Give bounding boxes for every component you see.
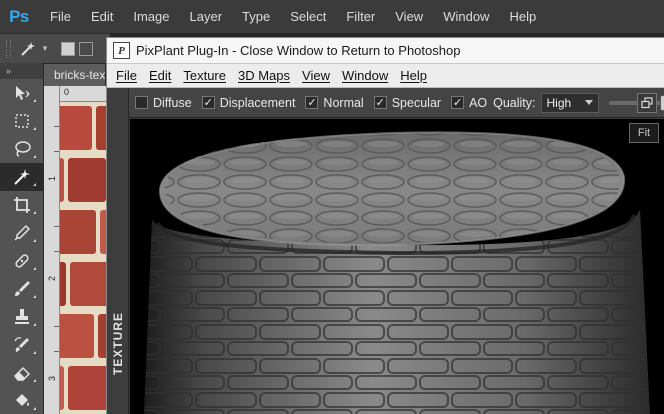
window-mode-button[interactable] [637, 93, 657, 113]
eyedropper-tool[interactable] [0, 219, 43, 247]
healing-brush-tool[interactable] [0, 247, 43, 275]
move-tool[interactable] [0, 79, 43, 107]
pp-menu-3d-maps[interactable]: 3D Maps [232, 68, 296, 83]
add-selection-button[interactable] [78, 41, 93, 56]
displacement-checkbox[interactable]: ✓ [201, 96, 215, 109]
magic-wand-tool[interactable] [0, 163, 43, 191]
ps-menu-select[interactable]: Select [280, 0, 336, 33]
slider-thumb[interactable] [659, 94, 664, 111]
ps-options-bar: ▼ [0, 33, 110, 63]
quality-label: Quality: [493, 95, 536, 110]
clone-stamp-tool[interactable] [0, 303, 43, 331]
restore-window-icon [641, 97, 653, 109]
pixplant-menubar: File Edit Texture 3D Maps View Window He… [107, 64, 664, 88]
quality-value: High [546, 95, 572, 110]
ps-menu-edit[interactable]: Edit [81, 0, 123, 33]
stamp-icon [14, 309, 29, 324]
new-selection-button[interactable] [60, 41, 75, 56]
displacement-label: Displacement [219, 95, 296, 110]
pp-menu-window[interactable]: Window [336, 68, 394, 83]
tool-preset-caret-icon[interactable]: ▼ [41, 44, 49, 53]
specular-checkbox[interactable]: ✓ [373, 96, 387, 109]
diffuse-label: Diffuse [153, 95, 192, 110]
ruler-v-label-2: 2 [47, 276, 57, 282]
options-grip[interactable] [6, 39, 11, 58]
history-brush-icon [13, 337, 29, 352]
ps-menu-file[interactable]: File [38, 0, 81, 33]
ao-label: AO [469, 95, 488, 110]
ps-menu-filter[interactable]: Filter [336, 0, 385, 33]
ps-menu-image[interactable]: Image [123, 0, 179, 33]
crop-icon [13, 197, 30, 213]
pixplant-logo-icon: P [113, 42, 130, 59]
bandage-icon [14, 254, 29, 268]
chevron-down-icon [584, 100, 593, 105]
ps-menu-layer[interactable]: Layer [180, 0, 233, 33]
ruler-v-label-1: 1 [47, 176, 57, 182]
pp-menu-texture[interactable]: Texture [177, 68, 232, 83]
lasso-icon [14, 141, 31, 157]
crop-tool[interactable] [0, 191, 43, 219]
move-icon [15, 86, 30, 100]
quality-select[interactable]: High [540, 92, 599, 113]
ps-menu-help[interactable]: Help [499, 0, 546, 33]
ps-menu-window[interactable]: Window [433, 0, 499, 33]
photoshop-logo: Ps [9, 6, 29, 26]
eraser-tool[interactable] [0, 359, 43, 387]
diffuse-checkbox[interactable] [135, 96, 148, 109]
lasso-tool[interactable] [0, 135, 43, 163]
pp-menu-edit[interactable]: Edit [143, 68, 177, 83]
fit-view-button[interactable]: Fit [629, 123, 659, 143]
side-panel-strip: TEXTURE [107, 88, 129, 414]
normal-label: Normal [323, 95, 364, 110]
pp-menu-view[interactable]: View [296, 68, 336, 83]
paint-bucket-tool[interactable] [0, 387, 43, 414]
ps-toolbar: » [0, 63, 44, 414]
eyedropper-icon [13, 224, 30, 241]
specular-label: Specular [391, 95, 442, 110]
ps-menu-type[interactable]: Type [232, 0, 280, 33]
toolbar-collapse-icon[interactable]: » [0, 63, 43, 79]
document-tab[interactable]: bricks-tex [44, 64, 106, 86]
eraser-icon [13, 366, 30, 381]
brick-texture-canvas[interactable] [60, 102, 106, 414]
brush-tool[interactable] [0, 275, 43, 303]
ruler-h-label: 0 [64, 87, 70, 97]
pp-menu-file[interactable]: File [110, 68, 143, 83]
paint-bucket-icon [15, 394, 29, 406]
pixplant-window-title: PixPlant Plug-In - Close Window to Retur… [136, 43, 461, 58]
pixplant-map-toolbar: Diffuse ✓ Displacement ✓ Normal ✓ Specul… [129, 88, 664, 118]
magic-wand-icon [13, 169, 30, 185]
marquee-icon [14, 114, 29, 128]
vertical-ruler: 1 2 3 [44, 86, 60, 414]
normal-checkbox[interactable]: ✓ [305, 96, 319, 109]
3d-cylinder-preview [130, 119, 664, 414]
history-brush-tool[interactable] [0, 331, 43, 359]
texture-side-tab[interactable]: TEXTURE [111, 298, 125, 388]
3d-preview-viewport[interactable]: Fit [130, 119, 664, 414]
magic-wand-icon[interactable] [19, 40, 37, 58]
brush-icon [14, 281, 30, 296]
ao-checkbox[interactable]: ✓ [451, 96, 465, 109]
marquee-tool[interactable] [0, 107, 43, 135]
pixplant-titlebar[interactable]: P PixPlant Plug-In - Close Window to Ret… [107, 38, 664, 64]
pp-menu-help[interactable]: Help [394, 68, 433, 83]
ruler-v-label-3: 3 [47, 376, 57, 382]
ps-menu-view[interactable]: View [385, 0, 433, 33]
pixplant-body: TEXTURE Diffuse ✓ Displacement ✓ Normal … [107, 88, 664, 414]
photoshop-menubar: Ps File Edit Image Layer Type Select Fil… [0, 0, 664, 33]
horizontal-ruler: 0 [60, 86, 106, 102]
pixplant-window: P PixPlant Plug-In - Close Window to Ret… [106, 37, 664, 414]
